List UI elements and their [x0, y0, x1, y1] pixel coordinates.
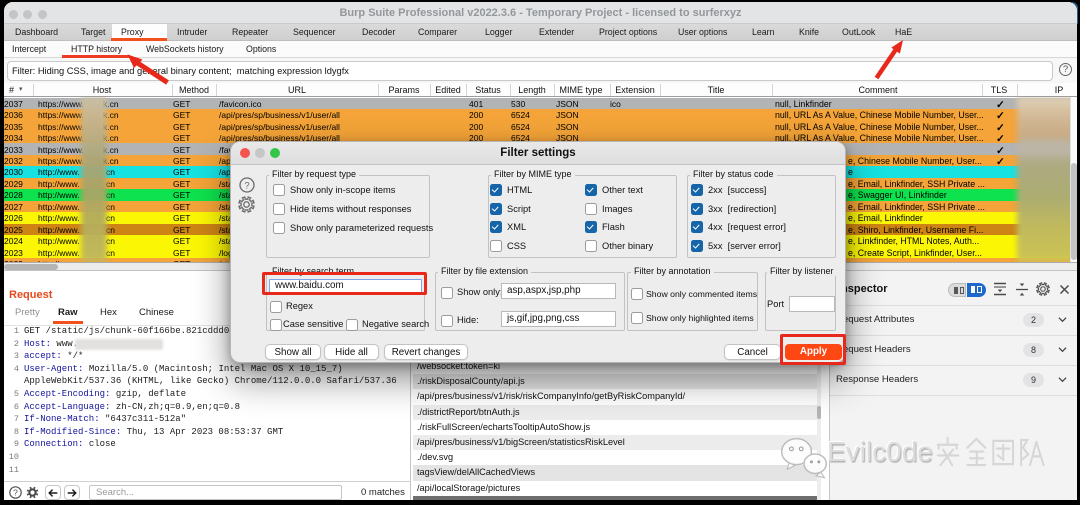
svg-text:?: ? [244, 180, 249, 191]
svg-text:?: ? [13, 487, 18, 497]
